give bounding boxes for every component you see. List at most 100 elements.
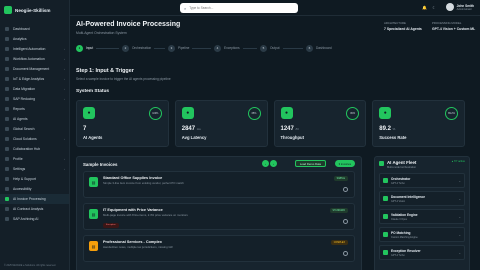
chip-icon — [5, 77, 9, 81]
meta-label: ARCHITECTURE — [384, 21, 406, 25]
help-icon — [5, 177, 9, 181]
brand-name: Neogiie-Skillism — [15, 7, 51, 13]
file-icon: ▤ — [89, 177, 98, 187]
sidebar-item[interactable]: Accessibility — [0, 184, 69, 194]
status-number: 2847 — [181, 126, 196, 132]
user-menu[interactable]: John Smith Administrator — [445, 3, 474, 11]
notification-bell-icon[interactable]: 🔔 — [422, 5, 427, 10]
complexity-tag: STANDARD — [329, 208, 348, 213]
brand[interactable]: Neogiie-Skillism — [0, 3, 69, 17]
next-arrow-icon[interactable]: › — [270, 160, 277, 167]
sidebar-item-label: Dashboard — [13, 27, 30, 31]
meta-processing-model: PROCESSING MODEL GPT-4 Vision + Custom M… — [432, 21, 475, 31]
agent-list: Orchestrator GPT-4 Turbo ⌄ Document Intelli… — [375, 173, 469, 260]
step-connector — [282, 47, 303, 49]
meta-value: GPT-4 Vision + Custom ML — [432, 27, 476, 31]
sample-invoice-card[interactable]: ▤ Professional Services - Complex Handwrit… — [83, 235, 355, 262]
sidebar-item[interactable]: Analytics — [0, 34, 69, 44]
step-number: 2 — [122, 44, 129, 52]
status-value: 89.2 % — [379, 126, 395, 132]
agent-name: Validation Engine — [391, 213, 418, 217]
clock-icon: ● — [181, 107, 194, 119]
sidebar-item[interactable]: SAP Reducing › — [0, 94, 69, 104]
agent-row[interactable]: Document Intelligence GPT-4 Vision ⌄ — [379, 191, 465, 206]
sidebar-item[interactable]: Global Search — [0, 124, 69, 134]
sample-invoices-panel: Sample Invoices ‹ › Load Demo Data 3 inv… — [76, 156, 362, 270]
main-content: AI-Powered Invoice Processing Multi-Agen… — [70, 16, 480, 270]
search-box[interactable]: ⌕ — [180, 3, 298, 13]
step-item[interactable]: 1 Input — [76, 44, 122, 52]
database-icon — [5, 87, 9, 91]
bot-icon: ● — [83, 107, 95, 119]
chevron-down-icon: ⌄ — [458, 251, 461, 255]
agent-icon — [383, 214, 388, 219]
process-steps: 1 Input 2 Orchestration 3 Pipeline 4 Exceptions… — [76, 43, 406, 53]
status-label: Throughput — [280, 135, 305, 140]
sidebar-item[interactable]: Help & Support — [0, 174, 69, 184]
step-item[interactable]: 6 Dashboard — [306, 44, 352, 52]
agent-name: Orchestrator — [391, 177, 411, 181]
sidebar-item[interactable]: SAP Archiving AI — [0, 214, 69, 224]
cloud-icon — [5, 137, 9, 141]
sidebar-item-label: IoT & Edge Analytics — [13, 77, 45, 81]
fleet-subtitle: Multi-model orchestration — [387, 166, 417, 169]
user-role: Administrator — [456, 7, 472, 11]
theme-toggle-icon[interactable]: ☾ — [432, 5, 436, 10]
sidebar-item[interactable]: AI Agents — [0, 114, 69, 124]
gear-icon — [5, 167, 9, 171]
agent-model: GPT-4 Turbo — [391, 254, 405, 257]
samples-header: Sample Invoices ‹ › Load Demo Data 3 inv… — [77, 157, 361, 171]
file-icon: ▤ — [89, 241, 98, 251]
sidebar-item[interactable]: Collaboration Hub — [0, 144, 69, 154]
sidebar-item[interactable]: AI Invoice Processing — [0, 194, 69, 204]
sidebar-item[interactable]: Cloud Solutions › — [0, 134, 69, 144]
agent-row[interactable]: Exception Resolver GPT-4 Turbo ⌄ — [379, 245, 465, 260]
sidebar-item[interactable]: Dashboard — [0, 24, 69, 34]
sidebar-item[interactable]: AI Contract Analysis — [0, 204, 69, 214]
sidebar-item[interactable]: IoT & Edge Analytics › — [0, 74, 69, 84]
sidebar-item[interactable]: Workflow Automation › — [0, 54, 69, 64]
status-label: Avg Latency — [181, 135, 207, 140]
step-item[interactable]: 4 Exceptions — [214, 44, 260, 52]
sidebar-item-label: Global Search — [13, 127, 35, 131]
select-radio[interactable] — [343, 251, 348, 256]
status-number: 1247 — [280, 126, 294, 132]
sidebar-item[interactable]: Data Migration › — [0, 84, 69, 94]
step-description: Select a sample invoice to trigger the A… — [76, 77, 171, 81]
agent-row[interactable]: Orchestrator GPT-4 Turbo ⌄ — [379, 173, 465, 188]
agent-row[interactable]: Validation Engine Claude 3 Opus ⌄ — [379, 209, 465, 224]
progress-ring: 89.2% — [445, 107, 458, 120]
sidebar: Neogiie-Skillism Dashboard Analytics Intel… — [0, 0, 70, 270]
sample-invoice-card[interactable]: ▤ Standard Office Supplies Invoice Simple … — [83, 171, 355, 198]
accessibility-icon — [5, 187, 9, 191]
search-input[interactable] — [189, 6, 290, 10]
step-item[interactable]: 2 Orchestration — [122, 44, 168, 52]
agent-model: Claude 3 Opus — [391, 218, 407, 221]
agent-row[interactable]: PO Matching Custom Matching Engine ⌄ — [379, 227, 465, 242]
sidebar-item[interactable]: Document Management › — [0, 64, 69, 74]
sidebar-footer: © 2025 NEOGIIE e-Solutions. All rights r… — [4, 264, 56, 267]
sidebar-item[interactable]: Reports — [0, 104, 69, 114]
load-demo-button[interactable]: Load Demo Data — [294, 160, 326, 167]
sample-invoice-card[interactable]: ▤ IT Equipment with Price Variance Multi-p… — [83, 203, 355, 230]
chevron-right-icon: › — [64, 137, 65, 141]
select-radio[interactable] — [343, 219, 348, 224]
chevron-right-icon: › — [64, 77, 65, 81]
sidebar-item[interactable]: Profile › — [0, 154, 69, 164]
invoice-title: Professional Services - Complex — [103, 240, 162, 244]
prev-arrow-icon[interactable]: ‹ — [262, 160, 269, 167]
complexity-tag: SIMPLE — [333, 176, 348, 181]
chevron-right-icon: › — [64, 157, 65, 161]
step-label: Output — [270, 46, 280, 50]
archive-icon — [5, 217, 9, 221]
select-radio[interactable] — [343, 187, 348, 192]
status-cards: ● 100% 7 AI Agents ● 65% 2847 ms Avg Latency ● 8… — [76, 100, 465, 147]
sidebar-item[interactable]: Settings › — [0, 164, 69, 174]
status-unit: % — [392, 127, 396, 131]
sidebar-item-label: SAP Reducing — [13, 97, 35, 101]
step-item[interactable]: 3 Pipeline — [168, 44, 214, 52]
meta-value: 7 Specialized AI Agents — [384, 27, 422, 31]
sidebar-item[interactable]: Intelligent Automation › — [0, 44, 69, 54]
status-card: ● 89.2% 89.2 % Success Rate — [372, 100, 465, 147]
step-item[interactable]: 5 Output — [260, 44, 306, 52]
